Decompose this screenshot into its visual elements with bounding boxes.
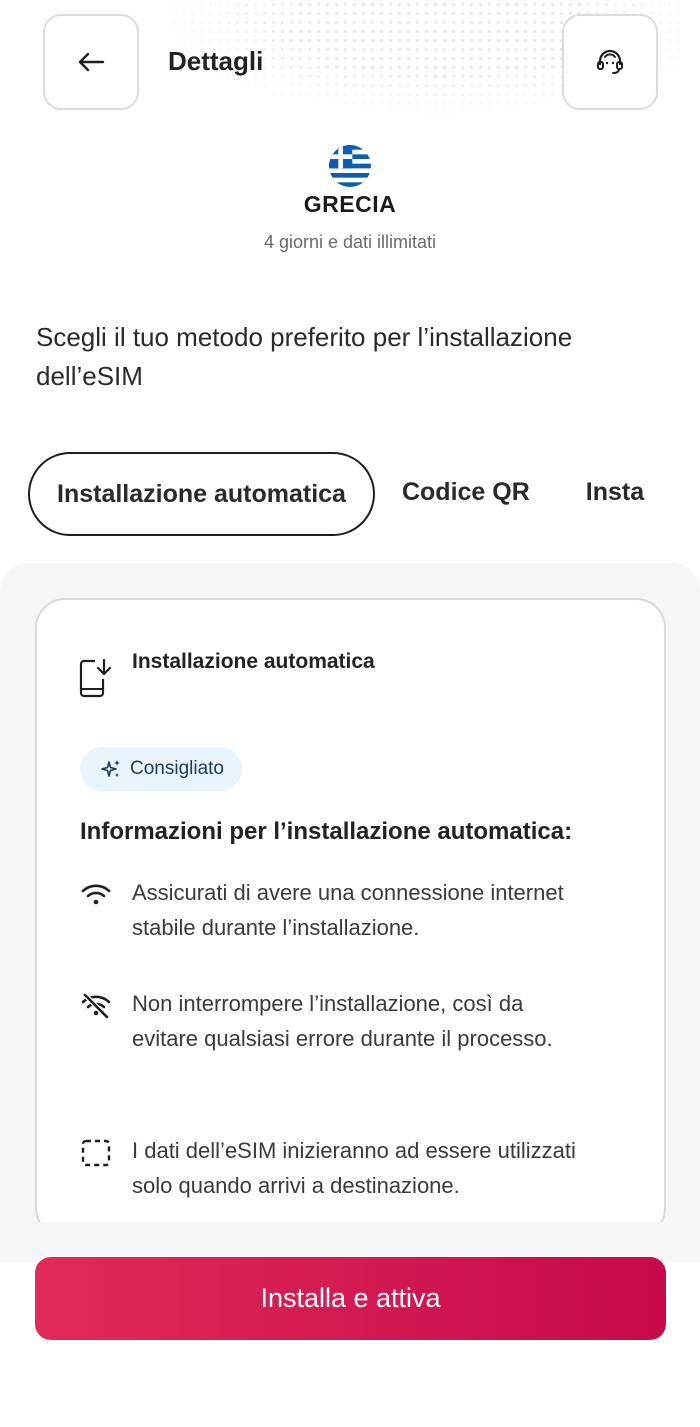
- info-item-text: Assicurati di avere una connessione inte…: [132, 880, 564, 940]
- method-title: Installazione automatica: [132, 650, 375, 673]
- wifi-off-icon: [81, 993, 111, 1019]
- sparkle-icon: [101, 760, 120, 777]
- card-scroll-fade: [0, 1222, 700, 1262]
- recommended-badge: Consigliato: [80, 747, 242, 791]
- tab-manual-install[interactable]: Insta: [586, 452, 644, 536]
- header: Dettagli: [0, 0, 700, 120]
- greece-flag-icon: [329, 145, 371, 187]
- info-item-text: I dati dell’eSIM inizieranno ad essere u…: [132, 1138, 576, 1198]
- install-method-prompt: Scegli il tuo metodo preferito per l’ins…: [36, 322, 573, 391]
- wifi-icon: [81, 884, 111, 905]
- dashed-square-icon: [81, 1139, 111, 1167]
- install-activate-button[interactable]: Installa e attiva: [35, 1257, 666, 1340]
- support-button[interactable]: [562, 14, 658, 110]
- plan-description: 4 giorni e dati illimitati: [263, 232, 437, 252]
- tab-qr-code[interactable]: Codice QR: [402, 452, 530, 536]
- country-name: GRECIA: [303, 191, 397, 217]
- info-title: Informazioni per l’installazione automat…: [80, 818, 573, 845]
- info-item-text: Non interrompere l’installazione, così d…: [132, 991, 553, 1051]
- badge-label: Consigliato: [130, 758, 224, 779]
- install-method-tabs: Installazione automatica Codice QR Insta: [28, 452, 700, 536]
- back-button[interactable]: [43, 14, 139, 110]
- phone-download-icon: [79, 657, 112, 698]
- page-title: Dettagli: [168, 46, 264, 76]
- tab-automatic-install[interactable]: Installazione automatica: [28, 452, 375, 536]
- headset-icon: [597, 49, 623, 74]
- install-info-card: Installazione automatica Consigliato Inf…: [35, 598, 666, 1238]
- country-summary: GRECIA 4 giorni e dati illimitati: [0, 140, 700, 253]
- arrow-left-icon: [78, 52, 105, 72]
- install-activate-label: Installa e attiva: [260, 1283, 441, 1313]
